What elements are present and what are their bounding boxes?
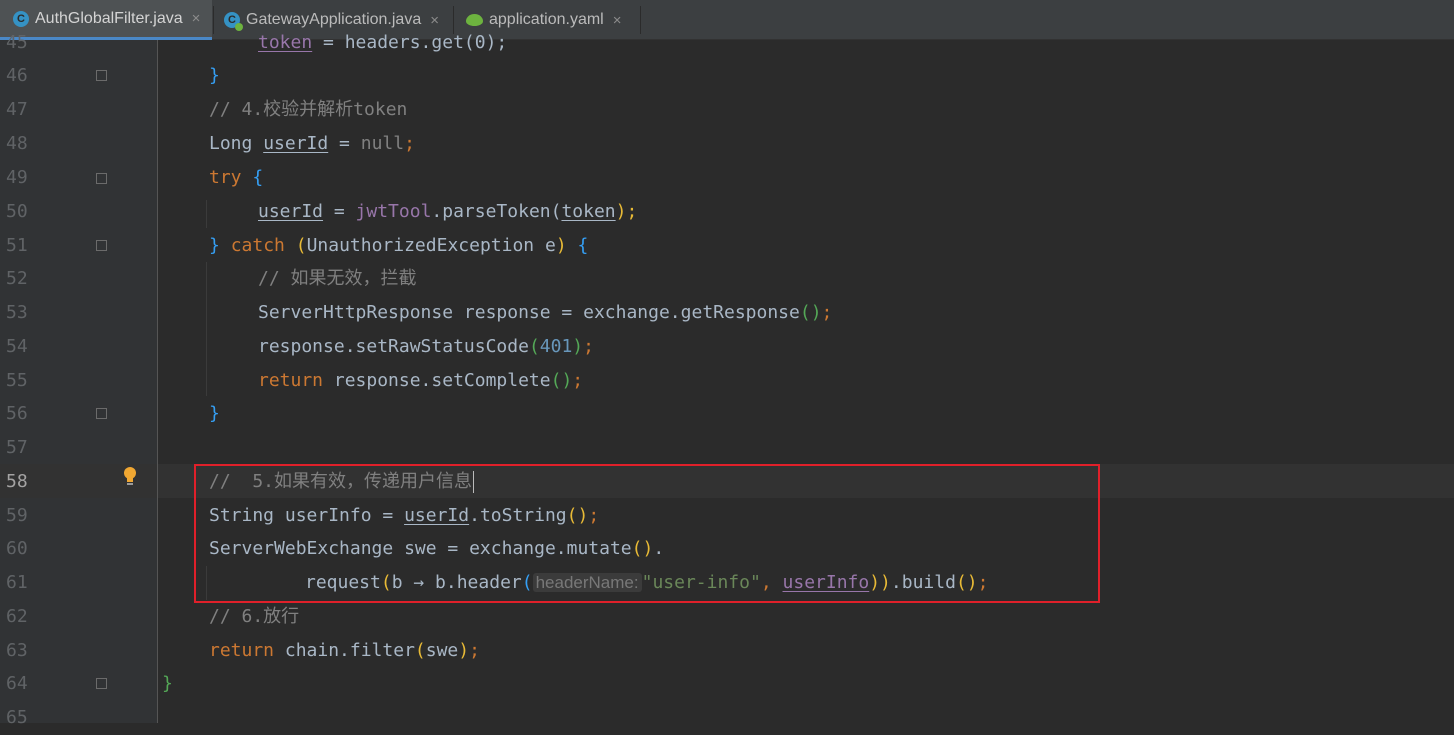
line-number: 52 (6, 268, 28, 289)
fold-marker-icon[interactable] (96, 408, 107, 419)
line-number: 50 (6, 201, 28, 222)
line-number: 60 (6, 538, 28, 559)
line-number: 48 (6, 133, 28, 154)
line-number: 61 (6, 572, 28, 593)
line-number: 63 (6, 640, 28, 661)
close-icon[interactable]: × (192, 10, 201, 27)
highlight-annotation-box (194, 464, 1100, 603)
code-line-48[interactable]: Long userId = null; (162, 127, 415, 161)
code-line-62[interactable]: // 6.放行 (162, 600, 299, 634)
code-line-56[interactable]: } (162, 397, 220, 431)
line-number: 49 (6, 167, 28, 188)
code-line-46[interactable]: } (162, 59, 220, 93)
code-line-52[interactable]: // 如果无效，拦截 (162, 262, 417, 296)
code-line-47[interactable]: // 4.校验并解析token (162, 93, 407, 127)
line-number: 62 (6, 606, 28, 627)
line-number: 54 (6, 336, 28, 357)
line-number: 64 (6, 673, 28, 694)
line-number: 55 (6, 370, 28, 391)
line-number: 59 (6, 505, 28, 526)
line-number: 51 (6, 235, 28, 256)
code-line-64[interactable]: } (162, 667, 173, 701)
line-number: 56 (6, 403, 28, 424)
code-line-45[interactable]: token = headers.get(0); (162, 26, 507, 60)
line-number: 57 (6, 437, 28, 458)
fold-marker-icon[interactable] (96, 173, 107, 184)
line-number: 65 (6, 707, 28, 728)
code-line-49[interactable]: try { (162, 161, 263, 195)
line-number-current: 58 (6, 471, 28, 492)
fold-marker-icon[interactable] (96, 70, 107, 81)
fold-marker-icon[interactable] (96, 678, 107, 689)
line-number: 45 (6, 32, 28, 53)
line-number: 47 (6, 99, 28, 120)
code-line-55[interactable]: return response.setComplete(); (162, 364, 583, 398)
spring-yaml-icon (466, 14, 483, 26)
gutter-divider (157, 40, 158, 723)
fold-marker-icon[interactable] (96, 240, 107, 251)
code-line-51[interactable]: } catch (UnauthorizedException e) { (162, 229, 588, 263)
line-number: 53 (6, 302, 28, 323)
lightbulb-icon[interactable] (122, 466, 138, 486)
tab-label: AuthGlobalFilter.java (35, 9, 183, 27)
code-line-53[interactable]: ServerHttpResponse response = exchange.g… (162, 296, 832, 330)
close-icon[interactable]: × (613, 12, 622, 29)
code-line-63[interactable]: return chain.filter(swe); (162, 634, 480, 668)
java-class-icon: C (13, 10, 29, 27)
code-line-54[interactable]: response.setRawStatusCode(401); (162, 330, 594, 364)
line-number: 46 (6, 65, 28, 86)
code-line-50[interactable]: userId = jwtTool.parseToken(token); (162, 195, 637, 229)
